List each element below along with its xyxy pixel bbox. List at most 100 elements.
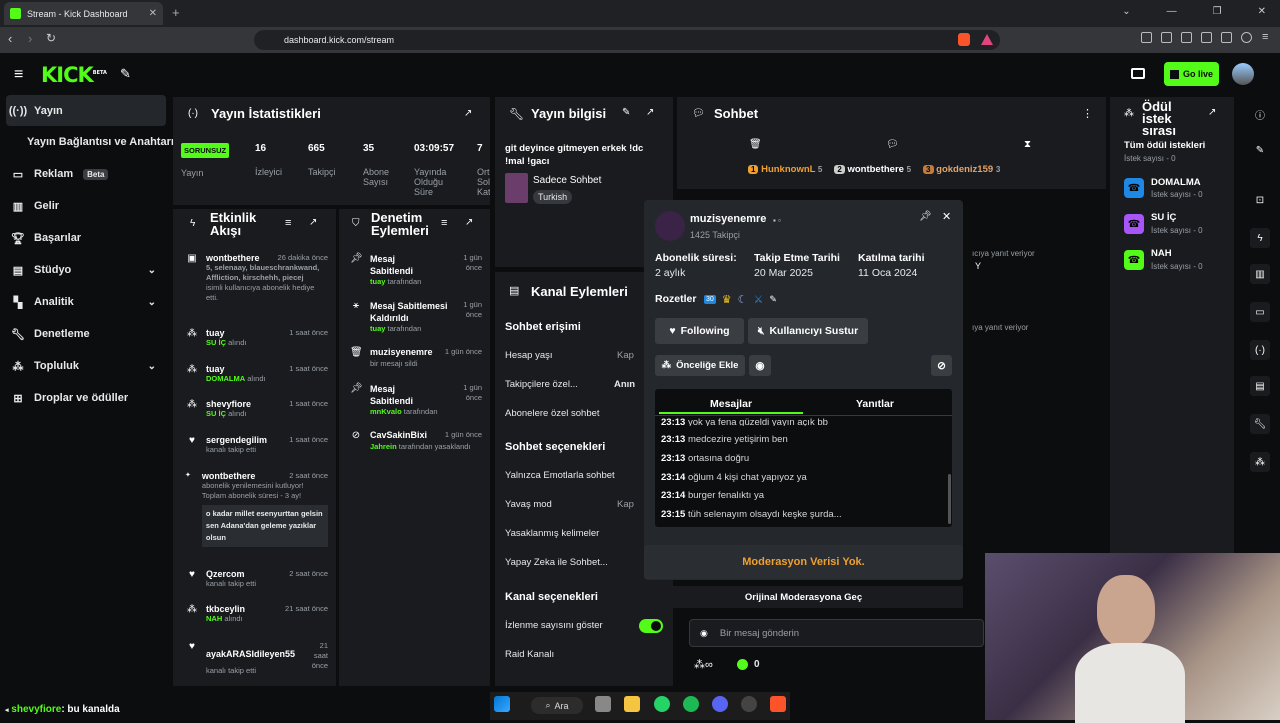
sidebar-item-basarilar[interactable]: 🏆︎ Başarılar: [6, 225, 166, 251]
rewards-triangle-icon[interactable]: [981, 34, 993, 45]
ai-icon[interactable]: [1221, 32, 1232, 43]
reward-nah[interactable]: NAH: [1151, 248, 1172, 259]
browser-tab[interactable]: Stream - Kick Dashboard ✕: [4, 2, 163, 25]
reward-domalma[interactable]: DOMALMA: [1151, 177, 1201, 188]
close-tab-icon[interactable]: ✕: [149, 8, 157, 19]
close-icon[interactable]: ✕: [1258, 6, 1266, 17]
reward-icon[interactable]: ⁂: [1250, 452, 1270, 472]
minimize-icon[interactable]: —: [1167, 6, 1177, 17]
maximize-icon[interactable]: ❐: [1213, 6, 1222, 17]
go-live-button[interactable]: Go live: [1164, 62, 1219, 86]
pin-icon[interactable]: 📌︎: [919, 211, 932, 222]
whatsapp-icon[interactable]: [654, 696, 670, 712]
hamburger-icon[interactable]: ≡: [14, 66, 23, 84]
task-view-icon[interactable]: [595, 696, 611, 712]
filter-icon[interactable]: ≡: [285, 217, 291, 229]
community-icon[interactable]: ⁂∞: [694, 658, 713, 671]
reward-su-ic[interactable]: SU İÇ: [1151, 212, 1176, 223]
ai-chat-setting[interactable]: Yapay Zeka ile Sohbet...: [505, 557, 608, 568]
layout-icon[interactable]: ⊡: [1250, 190, 1270, 210]
chat-bubble-icon[interactable]: ▭: [1250, 302, 1270, 322]
viewcount-toggle[interactable]: [639, 619, 663, 633]
account-age-setting[interactable]: Hesap yaşı: [505, 350, 553, 361]
sidebar-item-analitik[interactable]: ▚ Analitik ⌄: [6, 289, 166, 315]
followers-only-setting[interactable]: Takipçilere özel...: [505, 379, 578, 390]
gifter-1[interactable]: 1 HunknownL 5: [748, 164, 822, 175]
wallet-icon[interactable]: [1201, 32, 1212, 43]
edit-icon[interactable]: ✎: [622, 107, 630, 118]
lightning-icon[interactable]: ϟ: [1250, 228, 1270, 248]
popout-icon[interactable]: ↗: [1208, 107, 1216, 118]
switch-moderation-button[interactable]: Orijinal Moderasyona Geç: [644, 586, 963, 608]
following-button[interactable]: ♥ Following: [655, 318, 744, 344]
tools-icon[interactable]: ✎: [120, 66, 131, 82]
forward-icon[interactable]: ›: [28, 31, 32, 46]
wrench-icon[interactable]: 🔧︎: [1250, 414, 1270, 434]
emote-icon[interactable]: ◉: [700, 628, 708, 639]
popout-icon[interactable]: ↗: [309, 217, 317, 228]
close-icon[interactable]: ✕: [942, 210, 951, 223]
popout-icon[interactable]: ↗: [465, 217, 473, 228]
stats-icon[interactable]: ▥: [1250, 264, 1270, 284]
trash-icon[interactable]: 🗑︎: [749, 139, 762, 150]
scrollbar[interactable]: [948, 474, 951, 524]
edit-icon[interactable]: ✎: [1250, 140, 1270, 160]
subs-only-setting[interactable]: Abonelere özel sohbet: [505, 408, 600, 419]
sidebar-item-gelir[interactable]: ▥ Gelir: [6, 193, 166, 219]
music-icon[interactable]: [1161, 32, 1172, 43]
tab-replies[interactable]: Yanıtlar: [856, 398, 894, 410]
slow-mode-setting[interactable]: Yavaş mod: [505, 499, 552, 510]
sidebar-icon[interactable]: [1181, 32, 1192, 43]
emote-only-setting[interactable]: Yalnızca Emotlarla sohbet: [505, 470, 615, 481]
chat-mode-icon[interactable]: 💬︎: [886, 139, 899, 150]
sidebar-item-droplar[interactable]: ⊞ Droplar ve ödüller: [6, 385, 166, 411]
category-name[interactable]: Sadece Sohbet: [533, 175, 601, 186]
terminal-icon[interactable]: ▤: [1250, 376, 1270, 396]
stream-preview-icon[interactable]: [1131, 68, 1145, 79]
broadcast-icon[interactable]: (·): [1250, 340, 1270, 360]
filter-icon[interactable]: ≡: [441, 217, 447, 229]
avatar[interactable]: [1232, 63, 1254, 85]
sidebar-item-stream-key[interactable]: Yayın Bağlantısı ve Anahtarı: [6, 129, 178, 155]
reload-icon[interactable]: ↻: [46, 31, 56, 45]
popout-icon[interactable]: ↗: [646, 107, 654, 118]
back-icon[interactable]: ‹: [8, 31, 12, 46]
mute-user-button[interactable]: 🔇︎ Kullanıcıyı Sustur: [748, 318, 868, 344]
tab-messages[interactable]: Mesajlar: [710, 398, 752, 410]
chat-input[interactable]: ◉ Bir mesaj gönderin: [689, 619, 984, 647]
sidebar-item-topluluk[interactable]: ⁂ Topluluk ⌄: [6, 353, 166, 379]
extensions-icon[interactable]: [1141, 32, 1152, 43]
menu-icon[interactable]: ≡: [1262, 31, 1268, 43]
gifter-2[interactable]: 2 wontbethere 5: [834, 164, 911, 175]
edit-icon[interactable]: ✎: [769, 294, 777, 305]
add-priority-button[interactable]: ⁂ Önceliğe Ekle: [655, 355, 745, 376]
kick-logo[interactable]: KICKBETA: [41, 63, 107, 87]
url-bar[interactable]: dashboard.kick.com/stream: [254, 30, 1000, 50]
brave-icon[interactable]: [770, 696, 786, 712]
gifter-3[interactable]: 3 gokdeniz159 3: [923, 164, 1000, 175]
hourglass-icon[interactable]: ⧗: [1024, 139, 1031, 150]
discord-icon[interactable]: [712, 696, 728, 712]
explorer-icon[interactable]: [624, 696, 640, 712]
all-requests[interactable]: Tüm ödül istekleri: [1124, 140, 1205, 151]
taskbar-search[interactable]: ⌕ Ara: [531, 697, 583, 714]
info-icon[interactable]: ⓘ: [1250, 104, 1270, 124]
windows-start-icon[interactable]: [494, 696, 510, 712]
ban-icon[interactable]: ⊘: [931, 355, 952, 376]
new-tab-button[interactable]: +: [172, 5, 180, 20]
sidebar-item-reklam[interactable]: ▭ Reklam Beta: [6, 161, 166, 187]
chevron-down-icon[interactable]: ⌄: [1122, 6, 1130, 17]
sidebar-item-denetleme[interactable]: 🔧︎ Denetleme: [6, 321, 166, 347]
sidebar-item-studyo[interactable]: ▤ Stüdyo ⌄: [6, 257, 166, 283]
vpn-icon[interactable]: [1241, 32, 1252, 43]
eye-icon[interactable]: ◉: [749, 355, 771, 376]
popout-icon[interactable]: ↗: [464, 108, 472, 119]
banned-words-setting[interactable]: Yasaklanmış kelimeler: [505, 528, 599, 539]
more-options-icon[interactable]: ⋮: [1082, 107, 1093, 120]
steam-icon[interactable]: [741, 696, 757, 712]
sidebar-item-yayin[interactable]: ((·)) Yayın: [6, 95, 166, 126]
brave-shield-icon[interactable]: [958, 33, 970, 46]
spotify-icon[interactable]: [683, 696, 699, 712]
channel-points[interactable]: 0: [737, 659, 760, 670]
raid-channel-setting[interactable]: Raid Kanalı: [505, 649, 554, 660]
